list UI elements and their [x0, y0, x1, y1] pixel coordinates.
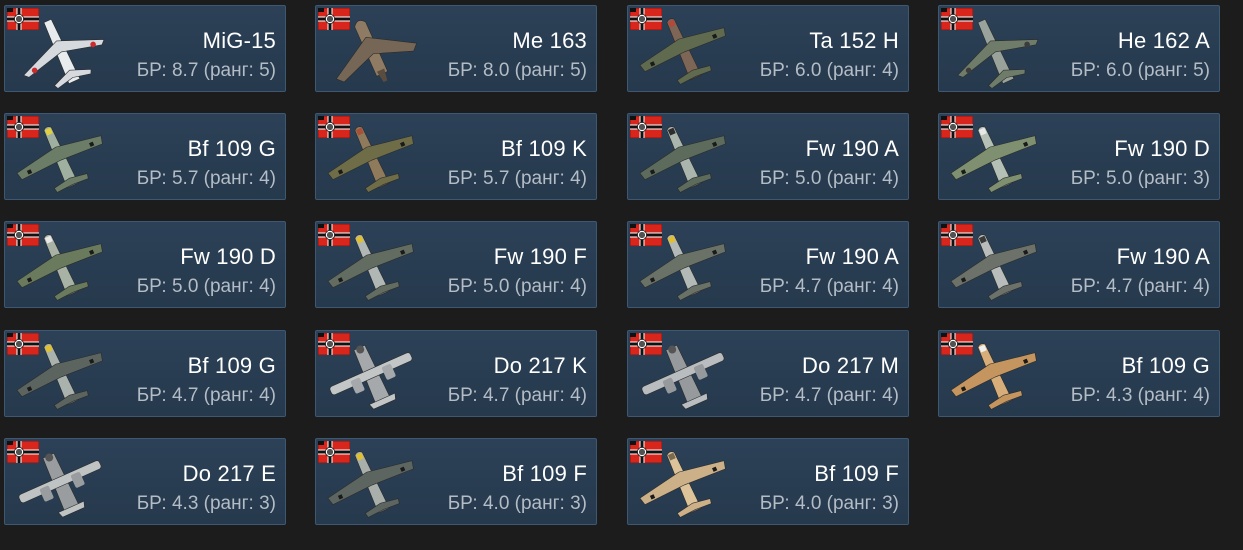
- vehicle-name: Fw 190 A: [805, 136, 899, 161]
- vehicle-card-18[interactable]: Bf 109 F БР: 4.0 (ранг: 3): [315, 438, 597, 525]
- vehicle-card-2[interactable]: Me 163 БР: 8.0 (ранг: 5): [315, 5, 597, 92]
- vehicle-name: Fw 190 D: [180, 244, 276, 269]
- vehicle-card-5[interactable]: Bf 109 G БР: 5.7 (ранг: 4): [4, 113, 286, 200]
- vehicle-card-8[interactable]: Fw 190 D БР: 5.0 (ранг: 3): [938, 113, 1220, 200]
- german-flag-icon: [7, 333, 39, 355]
- vehicle-card-17[interactable]: Do 217 E БР: 4.3 (ранг: 3): [4, 438, 286, 525]
- vehicle-battle-rating: БР: 4.7 (ранг: 4): [759, 385, 899, 406]
- german-flag-icon: [941, 224, 973, 246]
- vehicle-name: Bf 109 F: [814, 461, 899, 486]
- vehicle-card-1[interactable]: MiG-15 БР: 8.7 (ранг: 5): [4, 5, 286, 92]
- vehicle-name: Do 217 E: [182, 461, 276, 486]
- vehicle-name: Bf 109 K: [501, 136, 587, 161]
- vehicle-battle-rating: БР: 6.0 (ранг: 5): [1070, 60, 1210, 81]
- vehicle-card-3[interactable]: Ta 152 H БР: 6.0 (ранг: 4): [627, 5, 909, 92]
- vehicle-battle-rating: БР: 4.7 (ранг: 4): [447, 385, 587, 406]
- vehicle-battle-rating: БР: 4.3 (ранг: 3): [136, 493, 276, 514]
- vehicle-name: Fw 190 F: [493, 244, 587, 269]
- vehicle-battle-rating: БР: 4.7 (ранг: 4): [1070, 276, 1210, 297]
- vehicle-name: Fw 190 D: [1114, 136, 1210, 161]
- vehicle-card-4[interactable]: He 162 A БР: 6.0 (ранг: 5): [938, 5, 1220, 92]
- vehicle-battle-rating: БР: 8.7 (ранг: 5): [136, 60, 276, 81]
- vehicle-card-13[interactable]: Bf 109 G БР: 4.7 (ранг: 4): [4, 330, 286, 417]
- vehicle-battle-rating: БР: 4.3 (ранг: 4): [1070, 385, 1210, 406]
- german-flag-icon: [630, 441, 662, 463]
- vehicle-card-7[interactable]: Fw 190 A БР: 5.0 (ранг: 4): [627, 113, 909, 200]
- german-flag-icon: [630, 8, 662, 30]
- german-flag-icon: [318, 8, 350, 30]
- vehicle-name: Fw 190 A: [1116, 244, 1210, 269]
- german-flag-icon: [7, 8, 39, 30]
- german-flag-icon: [7, 116, 39, 138]
- vehicle-battle-rating: БР: 4.0 (ранг: 3): [759, 493, 899, 514]
- german-flag-icon: [318, 116, 350, 138]
- vehicle-battle-rating: БР: 5.7 (ранг: 4): [136, 168, 276, 189]
- german-flag-icon: [941, 116, 973, 138]
- german-flag-icon: [630, 116, 662, 138]
- german-flag-icon: [318, 441, 350, 463]
- vehicle-name: Do 217 M: [802, 353, 899, 378]
- german-flag-icon: [630, 224, 662, 246]
- vehicle-name: Bf 109 G: [187, 353, 276, 378]
- vehicle-battle-rating: БР: 6.0 (ранг: 4): [759, 60, 899, 81]
- vehicle-name: Ta 152 H: [809, 28, 899, 53]
- vehicle-card-10[interactable]: Fw 190 F БР: 5.0 (ранг: 4): [315, 221, 597, 308]
- vehicle-battle-rating: БР: 4.7 (ранг: 4): [136, 385, 276, 406]
- vehicle-name: Fw 190 A: [805, 244, 899, 269]
- german-flag-icon: [318, 224, 350, 246]
- german-flag-icon: [7, 224, 39, 246]
- vehicle-name: Bf 109 F: [502, 461, 587, 486]
- german-flag-icon: [941, 333, 973, 355]
- vehicle-card-11[interactable]: Fw 190 A БР: 4.7 (ранг: 4): [627, 221, 909, 308]
- german-flag-icon: [630, 333, 662, 355]
- german-flag-icon: [7, 441, 39, 463]
- german-flag-icon: [941, 8, 973, 30]
- vehicle-name: Do 217 K: [493, 353, 587, 378]
- vehicle-battle-rating: БР: 5.0 (ранг: 4): [447, 276, 587, 297]
- vehicle-battle-rating: БР: 5.7 (ранг: 4): [447, 168, 587, 189]
- vehicle-name: Bf 109 G: [1121, 353, 1210, 378]
- vehicle-battle-rating: БР: 5.0 (ранг: 4): [136, 276, 276, 297]
- vehicle-card-12[interactable]: Fw 190 A БР: 4.7 (ранг: 4): [938, 221, 1220, 308]
- vehicle-card-9[interactable]: Fw 190 D БР: 5.0 (ранг: 4): [4, 221, 286, 308]
- vehicle-grid: MiG-15 БР: 8.7 (ранг: 5) Me 163 БР: 8.0 …: [0, 0, 1243, 550]
- vehicle-name: MiG-15: [202, 28, 276, 53]
- vehicle-name: Me 163: [512, 28, 587, 53]
- vehicle-battle-rating: БР: 5.0 (ранг: 4): [759, 168, 899, 189]
- vehicle-card-19[interactable]: Bf 109 F БР: 4.0 (ранг: 3): [627, 438, 909, 525]
- vehicle-card-16[interactable]: Bf 109 G БР: 4.3 (ранг: 4): [938, 330, 1220, 417]
- vehicle-battle-rating: БР: 8.0 (ранг: 5): [447, 60, 587, 81]
- vehicle-battle-rating: БР: 4.0 (ранг: 3): [447, 493, 587, 514]
- vehicle-card-14[interactable]: Do 217 K БР: 4.7 (ранг: 4): [315, 330, 597, 417]
- vehicle-card-15[interactable]: Do 217 M БР: 4.7 (ранг: 4): [627, 330, 909, 417]
- vehicle-name: He 162 A: [1117, 28, 1210, 53]
- vehicle-battle-rating: БР: 4.7 (ранг: 4): [759, 276, 899, 297]
- vehicle-battle-rating: БР: 5.0 (ранг: 3): [1070, 168, 1210, 189]
- german-flag-icon: [318, 333, 350, 355]
- vehicle-name: Bf 109 G: [187, 136, 276, 161]
- vehicle-card-6[interactable]: Bf 109 K БР: 5.7 (ранг: 4): [315, 113, 597, 200]
